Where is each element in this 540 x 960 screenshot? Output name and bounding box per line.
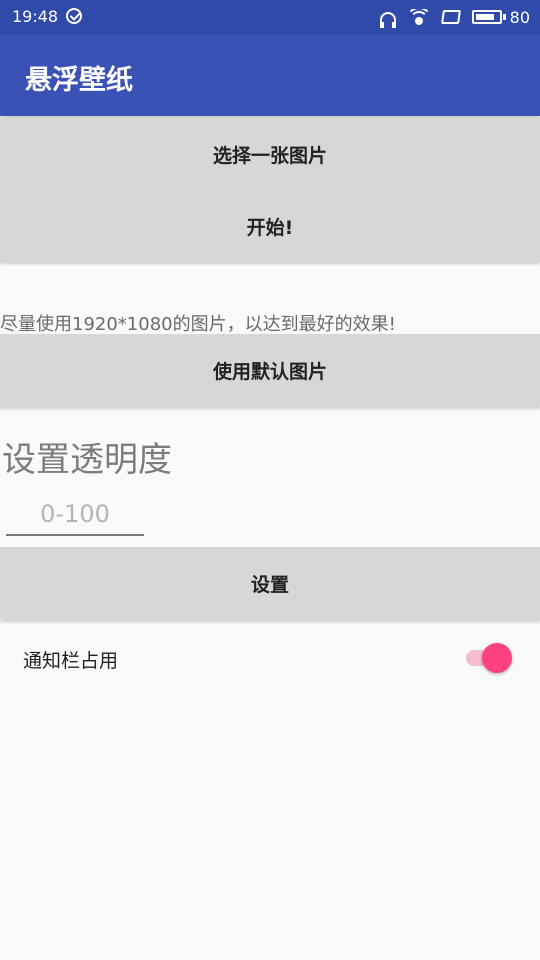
set-opacity-button[interactable]: 设置	[0, 547, 540, 620]
app-title: 悬浮壁纸	[25, 65, 133, 96]
status-icons: 80	[379, 6, 530, 28]
wifi-icon	[408, 9, 430, 25]
start-button[interactable]: 开始!	[0, 190, 540, 262]
app-bar: 悬浮壁纸	[0, 34, 540, 116]
opacity-title: 设置透明度	[2, 440, 172, 480]
screen-mirror-icon	[440, 10, 461, 24]
use-default-image-button[interactable]: 使用默认图片	[0, 334, 540, 407]
status-bar: 19:48 80	[0, 0, 540, 34]
notification-switch-label: 通知栏占用	[23, 650, 119, 672]
headset-icon	[379, 12, 396, 28]
hint-text: 尽量使用1920*1080的图片，以达到最好的效果!	[0, 314, 396, 335]
check-circle-icon	[66, 8, 82, 24]
notification-toggle[interactable]	[464, 643, 512, 673]
select-image-button[interactable]: 选择一张图片	[0, 118, 540, 190]
notification-switch-row[interactable]: 通知栏占用	[0, 628, 540, 688]
battery-level: 80	[509, 7, 530, 27]
battery-icon: 80	[471, 7, 530, 27]
toggle-thumb[interactable]	[482, 643, 512, 673]
opacity-input[interactable]	[6, 494, 144, 536]
status-time: 19:48	[12, 7, 59, 26]
